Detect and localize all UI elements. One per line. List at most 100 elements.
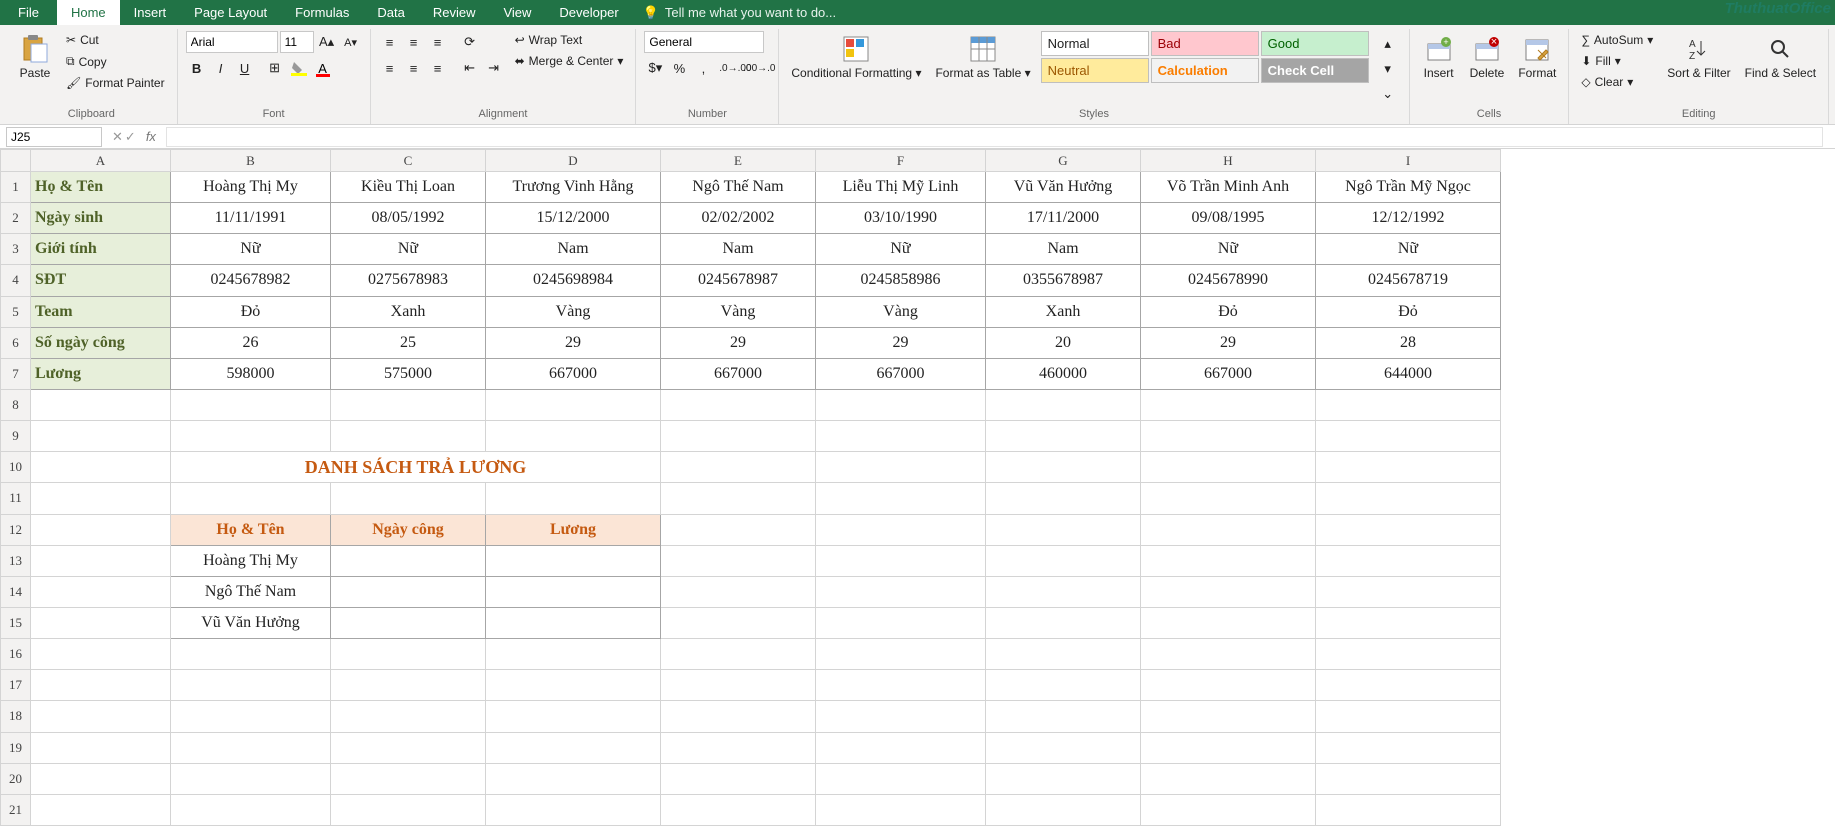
cell[interactable]: Ngô Thế Nam [661, 172, 816, 203]
cell[interactable] [486, 701, 661, 732]
cell[interactable] [486, 794, 661, 825]
enter-formula-icon[interactable]: ✓ [125, 129, 136, 145]
styles-more-icon[interactable]: ⌄ [1377, 83, 1399, 105]
cell[interactable] [31, 607, 171, 638]
cell[interactable] [171, 670, 331, 701]
cell[interactable] [486, 421, 661, 452]
cell[interactable] [486, 607, 661, 638]
cell[interactable] [31, 389, 171, 420]
cell[interactable]: SĐT [31, 265, 171, 296]
align-bottom-icon[interactable]: ≡ [427, 31, 449, 53]
col-header[interactable]: I [1316, 150, 1501, 172]
cell[interactable]: 29 [1141, 327, 1316, 358]
cell[interactable]: 575000 [331, 358, 486, 389]
cell[interactable]: 667000 [1141, 358, 1316, 389]
cell[interactable] [486, 670, 661, 701]
tab-insert[interactable]: Insert [120, 0, 181, 25]
cell[interactable]: Ngày công [331, 514, 486, 545]
cell[interactable]: Xanh [986, 296, 1141, 327]
tab-file[interactable]: File [0, 0, 57, 25]
cell[interactable]: DANH SÁCH TRẢ LƯƠNG [171, 452, 661, 483]
percent-format-icon[interactable]: % [668, 57, 690, 79]
cell[interactable]: Vàng [816, 296, 986, 327]
underline-button[interactable]: U [234, 57, 256, 79]
cell[interactable]: 0245678982 [171, 265, 331, 296]
row-header[interactable]: 17 [1, 670, 31, 701]
cell[interactable]: Nữ [816, 234, 986, 265]
cell[interactable] [1316, 483, 1501, 514]
row-header[interactable]: 6 [1, 327, 31, 358]
col-header[interactable]: C [331, 150, 486, 172]
cell[interactable] [986, 794, 1141, 825]
font-name-select[interactable] [186, 31, 278, 53]
decrease-font-icon[interactable]: A▾ [340, 31, 362, 53]
cell[interactable] [331, 389, 486, 420]
cell[interactable] [31, 794, 171, 825]
sort-filter-button[interactable]: AZSort & Filter [1663, 31, 1734, 82]
cell[interactable] [1316, 670, 1501, 701]
cell[interactable] [661, 545, 816, 576]
number-format-select[interactable] [644, 31, 764, 53]
row-header[interactable]: 11 [1, 483, 31, 514]
cell[interactable] [816, 389, 986, 420]
cell[interactable] [1316, 732, 1501, 763]
fill-color-button[interactable] [288, 57, 310, 79]
cell[interactable] [31, 545, 171, 576]
row-header[interactable]: 7 [1, 358, 31, 389]
row-header[interactable]: 8 [1, 389, 31, 420]
cell[interactable] [331, 794, 486, 825]
cell[interactable] [1141, 421, 1316, 452]
cell[interactable]: Đỏ [171, 296, 331, 327]
cell[interactable]: Team [31, 296, 171, 327]
cell[interactable] [986, 576, 1141, 607]
cell[interactable] [661, 763, 816, 794]
col-header[interactable]: H [1141, 150, 1316, 172]
cell[interactable] [986, 670, 1141, 701]
row-header[interactable]: 4 [1, 265, 31, 296]
cell[interactable]: 667000 [661, 358, 816, 389]
cell[interactable] [1316, 607, 1501, 638]
cell[interactable] [171, 639, 331, 670]
cell[interactable]: 25 [331, 327, 486, 358]
cell[interactable] [816, 794, 986, 825]
tab-developer[interactable]: Developer [545, 0, 632, 25]
style-check-cell[interactable]: Check Cell [1261, 58, 1369, 83]
align-top-icon[interactable]: ≡ [379, 31, 401, 53]
cell[interactable] [331, 545, 486, 576]
cell[interactable] [31, 483, 171, 514]
cell[interactable] [331, 701, 486, 732]
row-header[interactable]: 3 [1, 234, 31, 265]
cell[interactable] [661, 732, 816, 763]
cell[interactable] [661, 452, 816, 483]
col-header[interactable]: B [171, 150, 331, 172]
align-middle-icon[interactable]: ≡ [403, 31, 425, 53]
cell[interactable]: 29 [816, 327, 986, 358]
cell[interactable]: 0245678987 [661, 265, 816, 296]
cell[interactable]: 0245698984 [486, 265, 661, 296]
fill-button[interactable]: ⬇Fill ▾ [1577, 52, 1657, 70]
orientation-icon[interactable]: ⟳ [459, 31, 481, 53]
row-header[interactable]: 16 [1, 639, 31, 670]
cell[interactable] [331, 421, 486, 452]
cell[interactable] [661, 639, 816, 670]
cell[interactable]: 02/02/2002 [661, 203, 816, 234]
decrease-indent-icon[interactable]: ⇤ [459, 57, 481, 79]
cell[interactable] [1141, 639, 1316, 670]
cell[interactable]: Xanh [331, 296, 486, 327]
cell[interactable] [661, 514, 816, 545]
row-header[interactable]: 20 [1, 763, 31, 794]
cell[interactable]: Giới tính [31, 234, 171, 265]
cell[interactable] [31, 576, 171, 607]
cell[interactable] [816, 421, 986, 452]
cell[interactable]: Nữ [1141, 234, 1316, 265]
cell[interactable]: 20 [986, 327, 1141, 358]
cell[interactable] [816, 545, 986, 576]
cell[interactable]: 08/05/1992 [331, 203, 486, 234]
col-header[interactable]: D [486, 150, 661, 172]
cell[interactable] [1141, 732, 1316, 763]
cell[interactable] [171, 483, 331, 514]
row-header[interactable]: 2 [1, 203, 31, 234]
merge-center-button[interactable]: ⬌Merge & Center ▾ [511, 52, 628, 70]
cell[interactable] [1141, 452, 1316, 483]
row-header[interactable]: 9 [1, 421, 31, 452]
